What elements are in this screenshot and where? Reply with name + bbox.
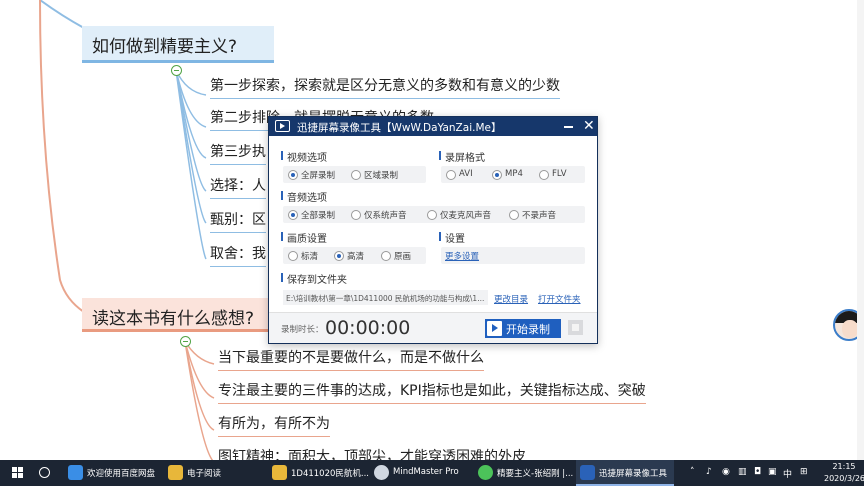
- system-clock[interactable]: 21:15 2020/3/26: [824, 461, 864, 485]
- mindmap-topic-reflection[interactable]: 读这本书有什么感想?: [82, 298, 274, 332]
- app-tray-icon[interactable]: ◘: [754, 467, 761, 477]
- radio-system-audio[interactable]: 仅系统声音: [351, 209, 407, 221]
- radio-mp4[interactable]: MP4: [492, 169, 523, 180]
- close-button[interactable]: ✕: [583, 118, 595, 134]
- radio-original[interactable]: 原画: [381, 250, 411, 262]
- taskbar-label: MindMaster Pro: [393, 467, 459, 477]
- taskbar-item-recorder[interactable]: 迅捷屏幕录像工具: [576, 460, 674, 486]
- record-timer: 00:00:00: [325, 317, 411, 339]
- radio-flv[interactable]: FLV: [539, 169, 567, 180]
- screen-recorder-window: 迅捷屏幕录像工具【WwW.DaYanZai.Me】 ✕ 视频选项 全屏录制 区域…: [268, 116, 598, 344]
- settings-label: 设置: [439, 230, 465, 245]
- radio-region[interactable]: 区域录制: [351, 169, 398, 181]
- mindmap-subtopic[interactable]: 甄别：区: [210, 209, 266, 233]
- taskbar-label: 1D411020民航机...: [291, 469, 370, 479]
- format-label: 录屏格式: [439, 149, 485, 164]
- minimize-button[interactable]: [564, 126, 573, 128]
- input-method-icon[interactable]: ⊞: [800, 467, 808, 477]
- radio-sd[interactable]: 标清: [288, 250, 318, 262]
- taskbar-item-mindmaster[interactable]: MindMaster Pro: [370, 460, 470, 486]
- windows-start-icon[interactable]: [12, 467, 24, 479]
- recorder-footer: 录制时长： 00:00:00 开始录制: [269, 312, 597, 343]
- radio-avi[interactable]: AVI: [446, 169, 473, 180]
- start-recording-button[interactable]: 开始录制: [485, 319, 561, 338]
- play-icon: [487, 321, 502, 336]
- settings-group: 更多设置: [441, 247, 585, 264]
- folder-icon: [272, 465, 287, 480]
- mindmap-subtopic[interactable]: 有所为，有所不为: [218, 413, 330, 437]
- app-tray-icon-2[interactable]: ▣: [768, 467, 777, 477]
- taskbar-label: 电子阅读: [187, 469, 222, 479]
- more-settings-link[interactable]: 更多设置: [445, 250, 479, 262]
- mindmap-subtopic[interactable]: 第一步探索，探索就是区分无意义的多数和有意义的少数: [210, 75, 560, 99]
- clock-time: 21:15: [832, 462, 856, 471]
- save-folder-label: 保存到文件夹: [281, 271, 347, 286]
- desktop: 如何做到精要主义? 第一步探索，探索就是区分无意义的多数和有意义的少数 第二步排…: [0, 0, 864, 486]
- mindmap-topic-how-to[interactable]: 如何做到精要主义?: [82, 26, 274, 63]
- taskbar-item-folder[interactable]: 1D411020民航机...: [268, 460, 370, 486]
- taskbar-item-baidu[interactable]: 欢迎使用百度网盘: [64, 460, 162, 486]
- collapse-icon[interactable]: [180, 336, 191, 347]
- speaker-icon[interactable]: ♪: [706, 467, 712, 477]
- recorder-title: 迅捷屏幕录像工具【WwW.DaYanZai.Me】: [297, 122, 502, 134]
- show-hidden-icons-icon[interactable]: ˄: [690, 467, 695, 477]
- recorder-logo-icon: [275, 120, 290, 132]
- ime-indicator[interactable]: 中: [783, 467, 792, 480]
- audio-options-label: 音频选项: [281, 189, 327, 204]
- vertical-scrollbar[interactable]: [857, 0, 864, 460]
- taskbar-item-reading[interactable]: 电子阅读: [164, 460, 262, 486]
- radio-all-audio[interactable]: 全部录制: [288, 209, 335, 221]
- audio-options-group: 全部录制 仅系统声音 仅麦克风声音 不录声音: [283, 206, 585, 223]
- wechat-icon: [478, 465, 493, 480]
- clock-date: 2020/3/26: [824, 474, 864, 483]
- quality-options-group: 标清 高清 原画: [283, 247, 426, 264]
- open-folder-link[interactable]: 打开文件夹: [538, 293, 581, 305]
- change-dir-link[interactable]: 更改目录: [494, 293, 528, 305]
- radio-no-audio[interactable]: 不录声音: [509, 209, 556, 221]
- mindmap-subtopic[interactable]: 第三步执: [210, 141, 266, 165]
- taskbar-label: 迅捷屏幕录像工具: [599, 469, 668, 479]
- format-options-group: AVI MP4 FLV: [441, 166, 585, 183]
- taskbar-item-wechat[interactable]: 精要主义-张绍刚 |...: [474, 460, 574, 486]
- radio-hd[interactable]: 高清: [334, 250, 364, 262]
- taskbar-label: 精要主义-张绍刚 |...: [497, 469, 574, 479]
- radio-fullscreen[interactable]: 全屏录制: [288, 169, 335, 181]
- mindmaster-icon: [374, 465, 389, 480]
- save-path-field[interactable]: E:\培训教材\第一章\1D411000 民航机场的功能与构成\1...: [283, 290, 488, 305]
- radio-mic-audio[interactable]: 仅麦克风声音: [427, 209, 491, 221]
- start-recording-label: 开始录制: [506, 323, 550, 336]
- taskbar-label: 欢迎使用百度网盘: [87, 469, 156, 479]
- video-options-label: 视频选项: [281, 149, 327, 164]
- screen-recorder-icon: [580, 465, 595, 480]
- video-options-group: 全屏录制 区域录制: [283, 166, 426, 183]
- taskbar: 欢迎使用百度网盘 电子阅读 1D411020民航机... MindMaster …: [0, 460, 864, 486]
- search-icon[interactable]: [39, 467, 50, 478]
- folder-icon: [168, 465, 183, 480]
- recorder-title-bar[interactable]: 迅捷屏幕录像工具【WwW.DaYanZai.Me】 ✕: [269, 117, 597, 136]
- avatar-face: [842, 320, 858, 338]
- collapse-icon[interactable]: [171, 65, 182, 76]
- stop-button[interactable]: [568, 320, 583, 335]
- mindmap-subtopic[interactable]: 选择：人: [210, 175, 266, 199]
- mindmap-subtopic[interactable]: 当下最重要的不是要做什么，而是不做什么: [218, 347, 484, 371]
- wechat-tray-icon[interactable]: ◉: [722, 467, 730, 477]
- mindmap-subtopic[interactable]: 专注最主要的三件事的达成，KPI指标也是如此，关键指标达成、突破: [218, 380, 646, 404]
- baidu-netdisk-icon: [68, 465, 83, 480]
- record-time-label: 录制时长：: [281, 325, 324, 335]
- quality-label: 画质设置: [281, 230, 327, 245]
- mindmap-subtopic[interactable]: 取舍：我: [210, 243, 266, 267]
- network-icon[interactable]: ▥: [738, 467, 747, 477]
